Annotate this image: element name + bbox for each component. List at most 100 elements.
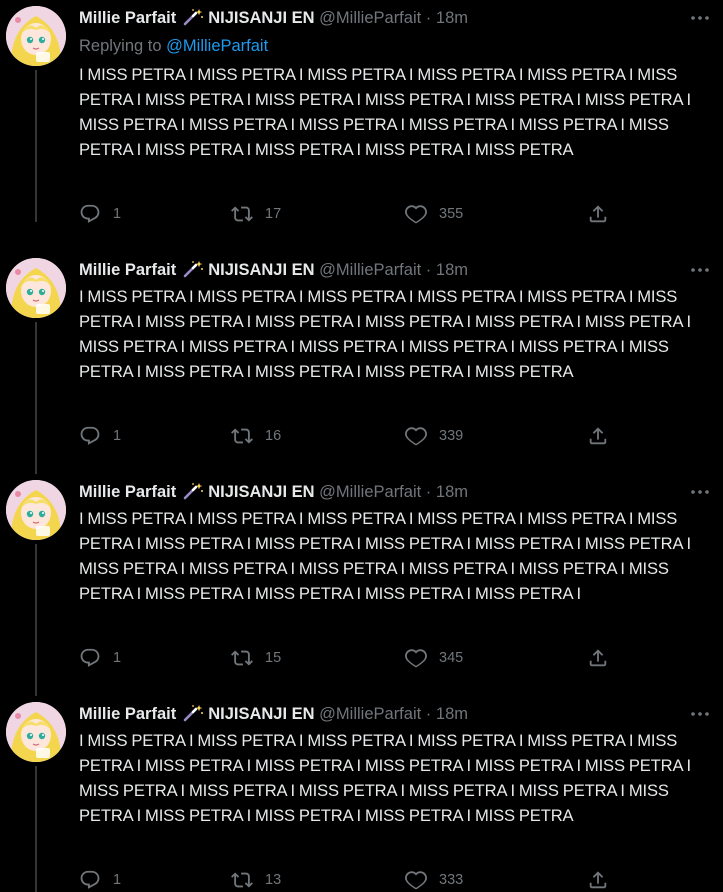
magic-wand-icon bbox=[183, 9, 204, 26]
separator: · bbox=[425, 483, 432, 501]
tweet-header: Millie Parfait NIJISANJI EN @MillieParfa… bbox=[79, 482, 713, 502]
like-button[interactable]: 339 bbox=[405, 424, 463, 448]
like-count: 355 bbox=[439, 206, 464, 222]
tweet-actions: 1 17 355 bbox=[79, 202, 619, 226]
share-button[interactable] bbox=[587, 424, 609, 448]
more-options-icon[interactable] bbox=[689, 482, 711, 502]
avatar-image bbox=[6, 480, 66, 540]
affiliation: NIJISANJI EN bbox=[208, 705, 315, 723]
more-options-icon[interactable] bbox=[689, 8, 711, 28]
display-name[interactable]: Millie Parfait bbox=[79, 261, 176, 279]
timestamp[interactable]: 18m bbox=[436, 9, 468, 27]
display-name[interactable]: Millie Parfait bbox=[79, 483, 176, 501]
timestamp[interactable]: 18m bbox=[436, 483, 468, 501]
share-button[interactable] bbox=[587, 868, 609, 892]
thread-line bbox=[35, 70, 37, 222]
retweet-button[interactable]: 16 bbox=[231, 424, 281, 448]
tweet[interactable]: Millie Parfait NIJISANJI EN @MillieParfa… bbox=[0, 474, 723, 696]
reply-button[interactable]: 1 bbox=[79, 202, 121, 226]
thread-line bbox=[35, 544, 37, 696]
separator: · bbox=[425, 261, 432, 279]
retweet-icon bbox=[231, 428, 253, 444]
handle[interactable]: @MillieParfait bbox=[319, 705, 421, 723]
tweet-text: I MISS PETRA I MISS PETRA I MISS PETRA I… bbox=[79, 65, 691, 159]
share-icon bbox=[589, 427, 607, 445]
retweet-button[interactable]: 15 bbox=[231, 646, 281, 670]
avatar-image bbox=[6, 258, 66, 318]
tweet-text: I MISS PETRA I MISS PETRA I MISS PETRA I… bbox=[79, 287, 691, 381]
reply-button[interactable]: 1 bbox=[79, 868, 121, 892]
more-options-icon[interactable] bbox=[689, 260, 711, 280]
replying-to-label: Replying to bbox=[79, 37, 162, 55]
timestamp[interactable]: 18m bbox=[436, 705, 468, 723]
magic-wand-icon bbox=[183, 483, 204, 500]
handle[interactable]: @MillieParfait bbox=[319, 9, 421, 27]
reply-icon bbox=[80, 648, 100, 667]
reply-icon bbox=[80, 870, 100, 889]
tweet-header: Millie Parfait NIJISANJI EN @MillieParfa… bbox=[79, 260, 713, 280]
tweet-actions: 1 13 333 bbox=[79, 868, 619, 892]
retweet-icon bbox=[231, 206, 253, 222]
reply-count: 1 bbox=[113, 872, 122, 888]
like-button[interactable]: 345 bbox=[405, 646, 463, 670]
retweet-count: 16 bbox=[265, 428, 282, 444]
reply-count: 1 bbox=[113, 206, 122, 222]
tweet-actions: 1 16 339 bbox=[79, 424, 619, 448]
like-button[interactable]: 333 bbox=[405, 868, 463, 892]
timestamp[interactable]: 18m bbox=[436, 261, 468, 279]
display-name[interactable]: Millie Parfait bbox=[79, 705, 176, 723]
avatar[interactable] bbox=[6, 258, 66, 318]
heart-icon bbox=[405, 649, 427, 668]
reply-count: 1 bbox=[113, 428, 122, 444]
reply-mention-link[interactable]: @MillieParfait bbox=[166, 37, 268, 55]
retweet-count: 13 bbox=[265, 872, 282, 888]
reply-button[interactable]: 1 bbox=[79, 424, 121, 448]
reply-count: 1 bbox=[113, 650, 122, 666]
tweet[interactable]: Millie Parfait NIJISANJI EN @MillieParfa… bbox=[0, 696, 723, 892]
avatar[interactable] bbox=[6, 6, 66, 66]
share-icon bbox=[589, 871, 607, 889]
retweet-count: 17 bbox=[265, 206, 282, 222]
like-count: 345 bbox=[439, 650, 464, 666]
like-count: 333 bbox=[439, 872, 464, 888]
tweet[interactable]: Millie Parfait NIJISANJI EN @MillieParfa… bbox=[0, 0, 723, 224]
tweet-header: Millie Parfait NIJISANJI EN @MillieParfa… bbox=[79, 704, 713, 724]
retweet-button[interactable]: 13 bbox=[231, 868, 281, 892]
tweet[interactable]: Millie Parfait NIJISANJI EN @MillieParfa… bbox=[0, 252, 723, 474]
affiliation: NIJISANJI EN bbox=[208, 261, 315, 279]
separator: · bbox=[425, 9, 432, 27]
tweet-text: I MISS PETRA I MISS PETRA I MISS PETRA I… bbox=[79, 731, 691, 825]
like-button[interactable]: 355 bbox=[405, 202, 463, 226]
replying-to: Replying to @MillieParfait bbox=[79, 36, 268, 56]
magic-wand-icon bbox=[183, 261, 204, 278]
share-button[interactable] bbox=[587, 646, 609, 670]
more-options-icon[interactable] bbox=[689, 704, 711, 724]
retweet-icon bbox=[231, 650, 253, 666]
handle[interactable]: @MillieParfait bbox=[319, 261, 421, 279]
handle[interactable]: @MillieParfait bbox=[319, 483, 421, 501]
tweet-header: Millie Parfait NIJISANJI EN @MillieParfa… bbox=[79, 8, 713, 28]
reply-button[interactable]: 1 bbox=[79, 646, 121, 670]
display-name[interactable]: Millie Parfait bbox=[79, 9, 176, 27]
retweet-count: 15 bbox=[265, 650, 282, 666]
magic-wand-icon bbox=[183, 705, 204, 722]
heart-icon bbox=[405, 205, 427, 224]
retweet-icon bbox=[231, 872, 253, 888]
tweet-actions: 1 15 345 bbox=[79, 646, 619, 670]
reply-icon bbox=[80, 204, 100, 223]
affiliation: NIJISANJI EN bbox=[208, 9, 315, 27]
like-count: 339 bbox=[439, 428, 464, 444]
thread-line bbox=[35, 322, 37, 474]
affiliation: NIJISANJI EN bbox=[208, 483, 315, 501]
share-button[interactable] bbox=[587, 202, 609, 226]
avatar-image bbox=[6, 702, 66, 762]
avatar[interactable] bbox=[6, 702, 66, 762]
heart-icon bbox=[405, 871, 427, 890]
separator: · bbox=[425, 705, 432, 723]
avatar[interactable] bbox=[6, 480, 66, 540]
reply-icon bbox=[80, 426, 100, 445]
tweet-text: I MISS PETRA I MISS PETRA I MISS PETRA I… bbox=[79, 509, 691, 603]
thread-line bbox=[35, 766, 37, 892]
avatar-image bbox=[6, 6, 66, 66]
retweet-button[interactable]: 17 bbox=[231, 202, 281, 226]
